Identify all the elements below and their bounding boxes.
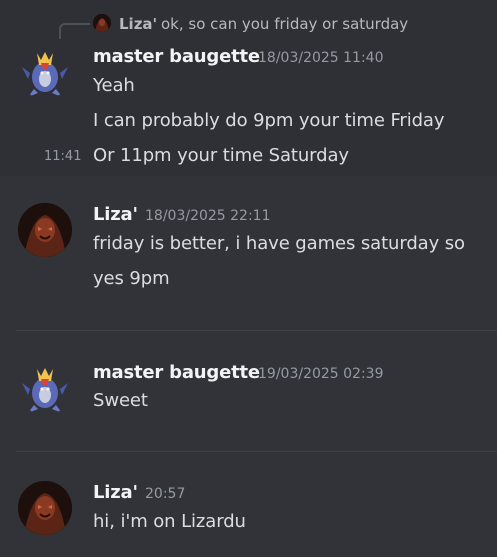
message-timestamp[interactable]: 20:57: [145, 486, 185, 502]
message-divider: [16, 330, 497, 331]
dark-creature-avatar-icon: [18, 203, 72, 257]
dark-creature-avatar-icon: [18, 481, 72, 535]
message-text: yes 9pm: [93, 268, 170, 289]
message-text: hi, i'm on Lizardu: [93, 511, 246, 532]
message-text: Yeah: [93, 75, 135, 96]
message-author[interactable]: Liza': [93, 204, 138, 225]
message-text: Or 11pm your time Saturday: [93, 145, 349, 166]
message-author[interactable]: Liza': [93, 482, 138, 503]
avatar[interactable]: [18, 481, 72, 535]
message-divider: [16, 451, 497, 452]
message-text: I can probably do 9pm your time Friday: [93, 110, 445, 131]
message-text: friday is better, i have games saturday …: [93, 233, 465, 254]
message-side-timestamp[interactable]: 11:41: [44, 149, 81, 164]
message-text: Sweet: [93, 390, 148, 411]
robot-dragon-avatar-icon: [18, 361, 72, 415]
robot-dragon-avatar-icon: [18, 45, 72, 99]
dark-creature-icon: [93, 14, 111, 32]
avatar[interactable]: [18, 45, 72, 99]
avatar[interactable]: [18, 361, 72, 415]
reply-author[interactable]: Liza': [119, 15, 157, 33]
reply-spine: [59, 23, 90, 39]
message-timestamp[interactable]: 18/03/2025 11:40: [258, 50, 384, 66]
message-author[interactable]: master baugette: [93, 46, 260, 67]
reply-preview-text[interactable]: ok, so can you friday or saturday: [161, 15, 408, 33]
message-timestamp[interactable]: 19/03/2025 02:39: [258, 366, 384, 382]
reply-avatar[interactable]: [93, 14, 111, 32]
message-timestamp[interactable]: 18/03/2025 22:11: [145, 208, 271, 224]
message-author[interactable]: master baugette: [93, 362, 260, 383]
avatar[interactable]: [18, 203, 72, 257]
